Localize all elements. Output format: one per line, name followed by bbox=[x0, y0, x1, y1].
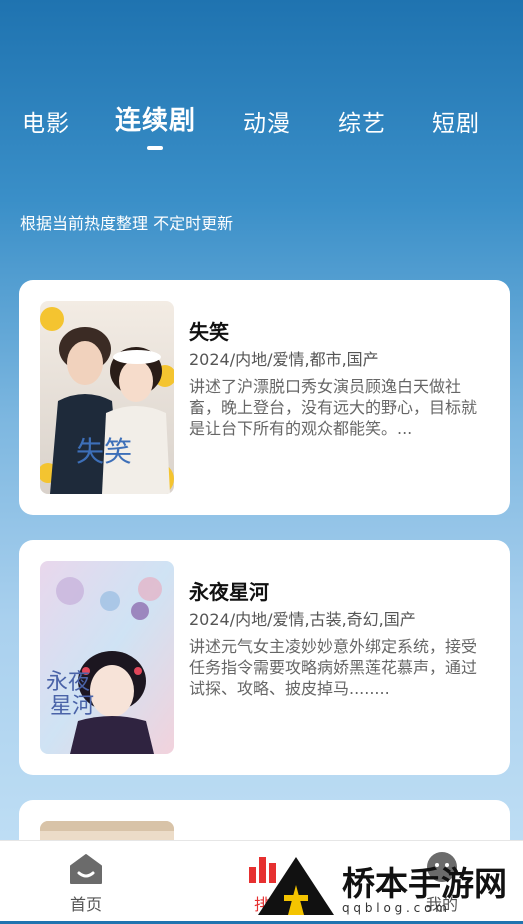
card-description: 讲述了沪漂脱口秀女演员顾逸白天做社畜，晚上登台，没有远大的野心，目标就是让台下所… bbox=[189, 377, 478, 438]
drama-card[interactable]: 失笑 失笑 2024/内地/爱情,都市,国产 讲述了沪漂脱口秀女演员顾逸白天做社… bbox=[19, 280, 510, 515]
card-title: 失笑 bbox=[189, 320, 229, 344]
svg-text:永夜: 永夜 bbox=[46, 670, 90, 695]
nav-home-label: 首页 bbox=[69, 895, 102, 914]
watermark-domain: q q b l o g . c o m bbox=[342, 901, 447, 915]
home-icon bbox=[70, 854, 102, 884]
card-meta: 2024/内地/爱情,都市,国产 bbox=[189, 350, 379, 369]
svg-text:星河: 星河 bbox=[50, 694, 94, 719]
watermark-brand: 桥本手游网 bbox=[342, 864, 507, 903]
category-tabs: 电影 连续剧 动漫 综艺 短剧 bbox=[0, 100, 523, 160]
active-tab-indicator bbox=[147, 146, 163, 150]
card-meta: 2024/内地/爱情,古装,奇幻,国产 bbox=[189, 610, 416, 629]
card-title: 永夜星河 bbox=[189, 580, 269, 604]
tab-variety[interactable]: 综艺 bbox=[338, 104, 386, 138]
svg-text:失笑: 失笑 bbox=[76, 435, 132, 468]
nav-home[interactable]: 首页 bbox=[36, 841, 136, 921]
list-subtitle: 根据当前热度整理 不定时更新 bbox=[20, 214, 234, 233]
tab-movie[interactable]: 电影 bbox=[22, 104, 70, 138]
poster-image: 永夜 星河 bbox=[40, 561, 174, 754]
tab-series[interactable]: 连续剧 bbox=[115, 100, 196, 137]
site-watermark: 桥本手游网 q q b l o g . c o m bbox=[258, 855, 523, 920]
tab-anime[interactable]: 动漫 bbox=[243, 104, 291, 138]
poster-image: 失笑 bbox=[40, 301, 174, 494]
drama-card[interactable]: 永夜 星河 永夜星河 2024/内地/爱情,古装,奇幻,国产 讲述元气女主凌妙妙… bbox=[19, 540, 510, 775]
tab-short-drama[interactable]: 短剧 bbox=[432, 104, 480, 138]
card-description: 讲述元气女主凌妙妙意外绑定系统，接受任务指令需要攻略病娇黑莲花慕声，通过试探、攻… bbox=[189, 637, 478, 698]
